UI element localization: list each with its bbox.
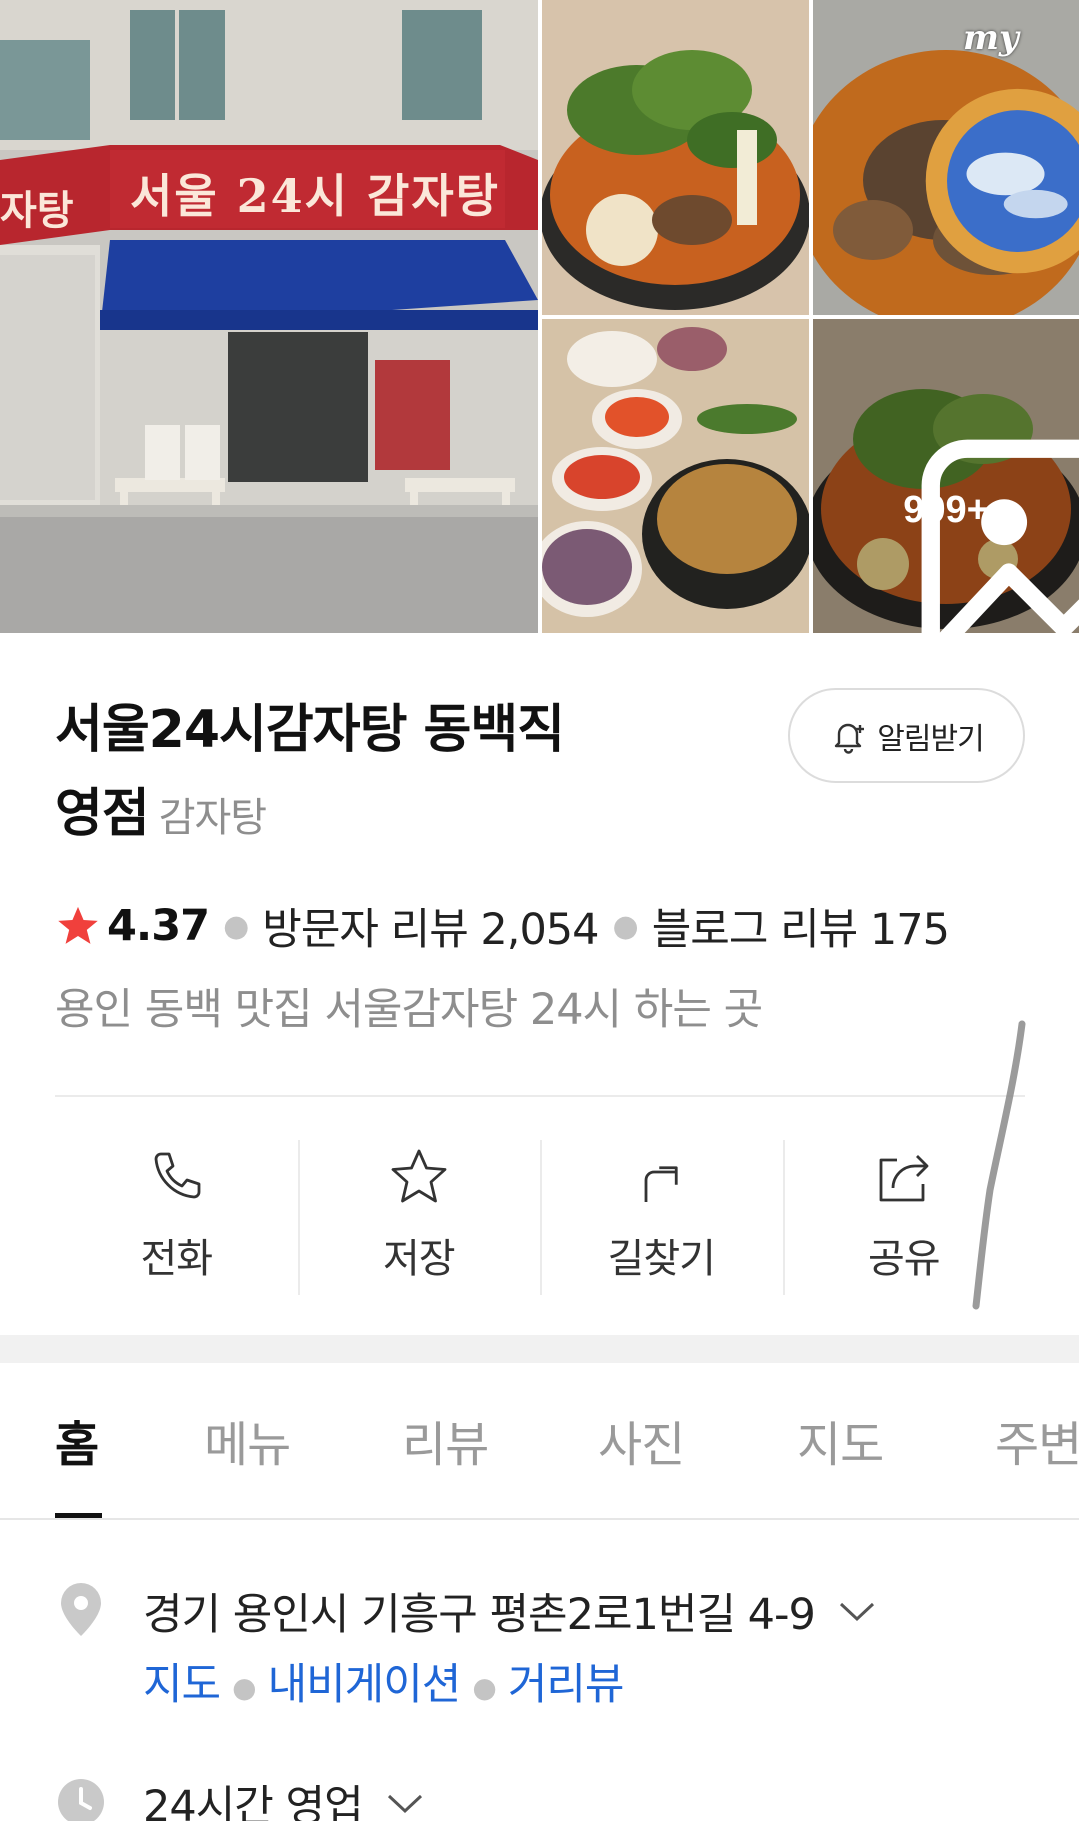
address[interactable]: 경기 용인시 기흥구 평촌2로1번길 4-9 <box>143 1580 877 1642</box>
notification-button-label: 알림받기 <box>877 721 984 757</box>
street-view-link[interactable]: 거리뷰 <box>508 1660 625 1710</box>
rating-score: 4.37 <box>107 901 210 951</box>
place-title-block: 서울24시감자탕 동백직 영점 감자탕 <box>55 688 775 860</box>
tab-map[interactable]: 지도 <box>797 1405 884 1475</box>
food-photo[interactable]: my <box>813 0 1079 315</box>
notification-button[interactable]: 알림받기 <box>788 688 1025 783</box>
star-outline-icon <box>391 1149 447 1203</box>
store-sign-text: 서울 24시 감자탕 <box>130 169 500 223</box>
active-tab-indicator <box>55 1513 102 1518</box>
save-label: 저장 <box>382 1236 456 1282</box>
star-filled-icon <box>58 906 98 944</box>
tab-home[interactable]: 홈 <box>55 1405 99 1475</box>
more-photos-tile[interactable]: 999+ <box>813 319 1079 633</box>
phone-icon <box>154 1152 201 1199</box>
food-photo[interactable] <box>542 0 809 315</box>
my-badge-text: my <box>963 18 1019 58</box>
call-button[interactable]: 전화 <box>55 1140 298 1295</box>
separator-dot: ● <box>612 908 639 944</box>
call-label: 전화 <box>140 1236 213 1282</box>
stew-illustration <box>542 0 809 315</box>
section-gap <box>0 1335 1079 1363</box>
directions-icon <box>644 1166 678 1202</box>
storefront-illustration <box>0 0 538 633</box>
more-photos-count: 999+ <box>903 489 989 531</box>
directions-label: 길찾기 <box>607 1236 716 1282</box>
separator-dot: ● <box>223 908 249 944</box>
store-sign-side-text: 자탕 <box>0 187 74 234</box>
blog-review-link[interactable]: 블로그 리뷰 175 <box>652 895 950 957</box>
divider <box>55 1095 1025 1097</box>
location-pin-icon <box>61 1583 101 1636</box>
food-photo[interactable] <box>542 319 809 633</box>
address-text: 경기 용인시 기흥구 평촌2로1번길 4-9 <box>143 1590 816 1640</box>
business-hours-text: 24시간 영업 <box>143 1782 364 1821</box>
place-category: 감자탕 <box>158 795 267 841</box>
bell-plus-icon <box>835 723 865 754</box>
storefront-photo[interactable]: 서울 24시 감자탕 자탕 <box>0 0 538 633</box>
side-dishes-illustration <box>542 319 809 633</box>
save-button[interactable]: 저장 <box>297 1140 541 1295</box>
chevron-down-icon <box>387 1794 422 1814</box>
share-button[interactable]: 공유 <box>782 1140 1026 1295</box>
photo-gallery: 서울 24시 감자탕 자탕 my 999+ <box>0 0 1079 633</box>
tab-nearby[interactable]: 주변 <box>995 1405 1079 1475</box>
place-name-line2: 영점 <box>55 784 150 844</box>
my-badge-icon <box>925 88 1079 274</box>
tab-photo[interactable]: 사진 <box>598 1405 685 1475</box>
place-tagline: 용인 동백 맛집 서울감자탕 24시 하는 곳 <box>55 985 763 1035</box>
place-name: 서울24시감자탕 동백직 영점 감자탕 <box>55 688 775 860</box>
separator-dot: ● <box>472 1671 496 1704</box>
directions-button[interactable]: 길찾기 <box>540 1140 783 1295</box>
business-hours[interactable]: 24시간 영업 <box>143 1772 425 1821</box>
tab-review[interactable]: 리뷰 <box>402 1405 489 1475</box>
map-link[interactable]: 지도 <box>143 1660 221 1710</box>
separator-dot: ● <box>232 1671 256 1704</box>
visitor-review-link[interactable]: 방문자 리뷰 2,054 <box>262 895 599 957</box>
navigation-link[interactable]: 내비게이션 <box>268 1660 462 1710</box>
tab-menu[interactable]: 메뉴 <box>204 1405 291 1475</box>
tab-bar: 홈 메뉴 리뷰 사진 지도 주변 <box>0 1363 1079 1520</box>
chevron-down-icon <box>839 1602 874 1622</box>
address-row: 경기 용인시 기흥구 평촌2로1번길 4-9 지도 ● 내비게이션 ● 거리뷰 <box>55 1580 1035 1720</box>
action-bar: 전화 저장 길찾기 공유 <box>55 1140 1025 1295</box>
share-label: 공유 <box>867 1236 941 1282</box>
clock-icon <box>58 1779 104 1821</box>
address-links: 지도 ● 내비게이션 ● 거리뷰 <box>143 1650 624 1712</box>
share-icon <box>879 1155 929 1202</box>
place-name-line1: 서울24시감자탕 동백직 <box>55 700 565 760</box>
hours-row: 24시간 영업 <box>55 1772 1035 1821</box>
rating-row: 4.37 ● 방문자 리뷰 2,054 ● 블로그 리뷰 175 <box>55 895 950 957</box>
